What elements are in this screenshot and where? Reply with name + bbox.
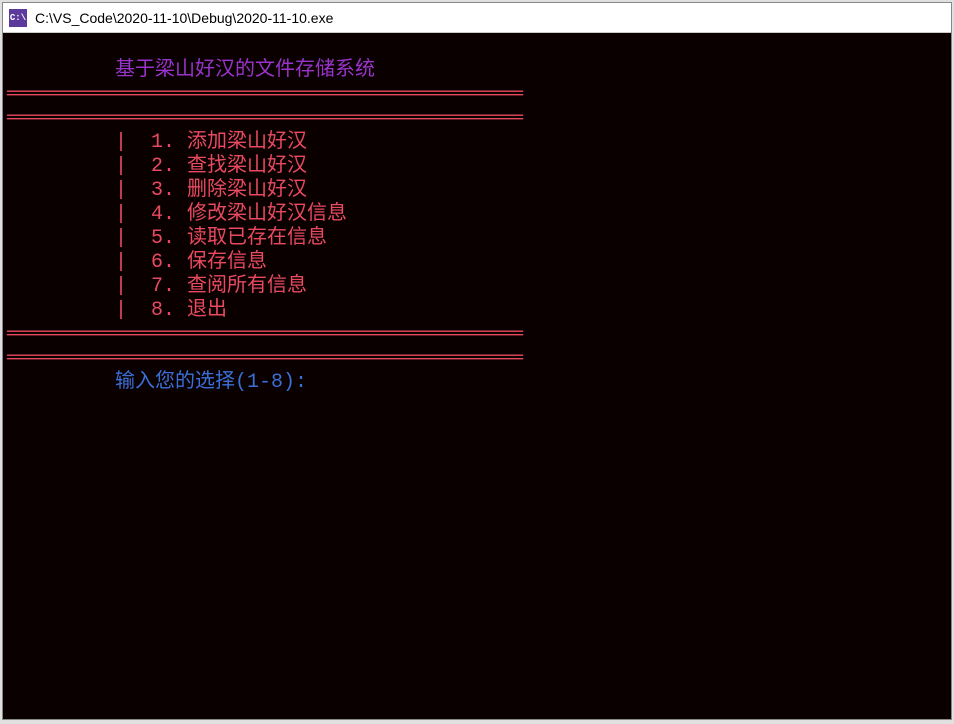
divider-top-1: ════════════════════════════════════════… [7,83,523,106]
window-title: C:\VS_Code\2020-11-10\Debug\2020-11-10.e… [35,10,333,26]
divider-bottom-2: ════════════════════════════════════════… [7,347,523,370]
titlebar[interactable]: C:\ C:\VS_Code\2020-11-10\Debug\2020-11-… [3,3,951,33]
menu-item-2: | 2. 查找梁山好汉 [7,155,307,178]
menu-item-3: | 3. 删除梁山好汉 [7,179,307,202]
console-area[interactable]: 基于梁山好汉的文件存储系统 ══════════════════════════… [3,33,951,719]
console-app-icon: C:\ [9,9,27,27]
menu-item-4: | 4. 修改梁山好汉信息 [7,203,347,226]
divider-bottom-1: ════════════════════════════════════════… [7,323,523,346]
program-heading: 基于梁山好汉的文件存储系统 [7,59,375,82]
divider-top-2: ════════════════════════════════════════… [7,107,523,130]
app-window: C:\ C:\VS_Code\2020-11-10\Debug\2020-11-… [2,2,952,720]
menu-item-5: | 5. 读取已存在信息 [7,227,327,250]
menu-item-6: | 6. 保存信息 [7,251,267,274]
menu-item-8: | 8. 退出 [7,299,227,322]
menu-item-1: | 1. 添加梁山好汉 [7,131,307,154]
menu-item-7: | 7. 查阅所有信息 [7,275,307,298]
input-prompt: 输入您的选择(1-8): [7,371,307,394]
